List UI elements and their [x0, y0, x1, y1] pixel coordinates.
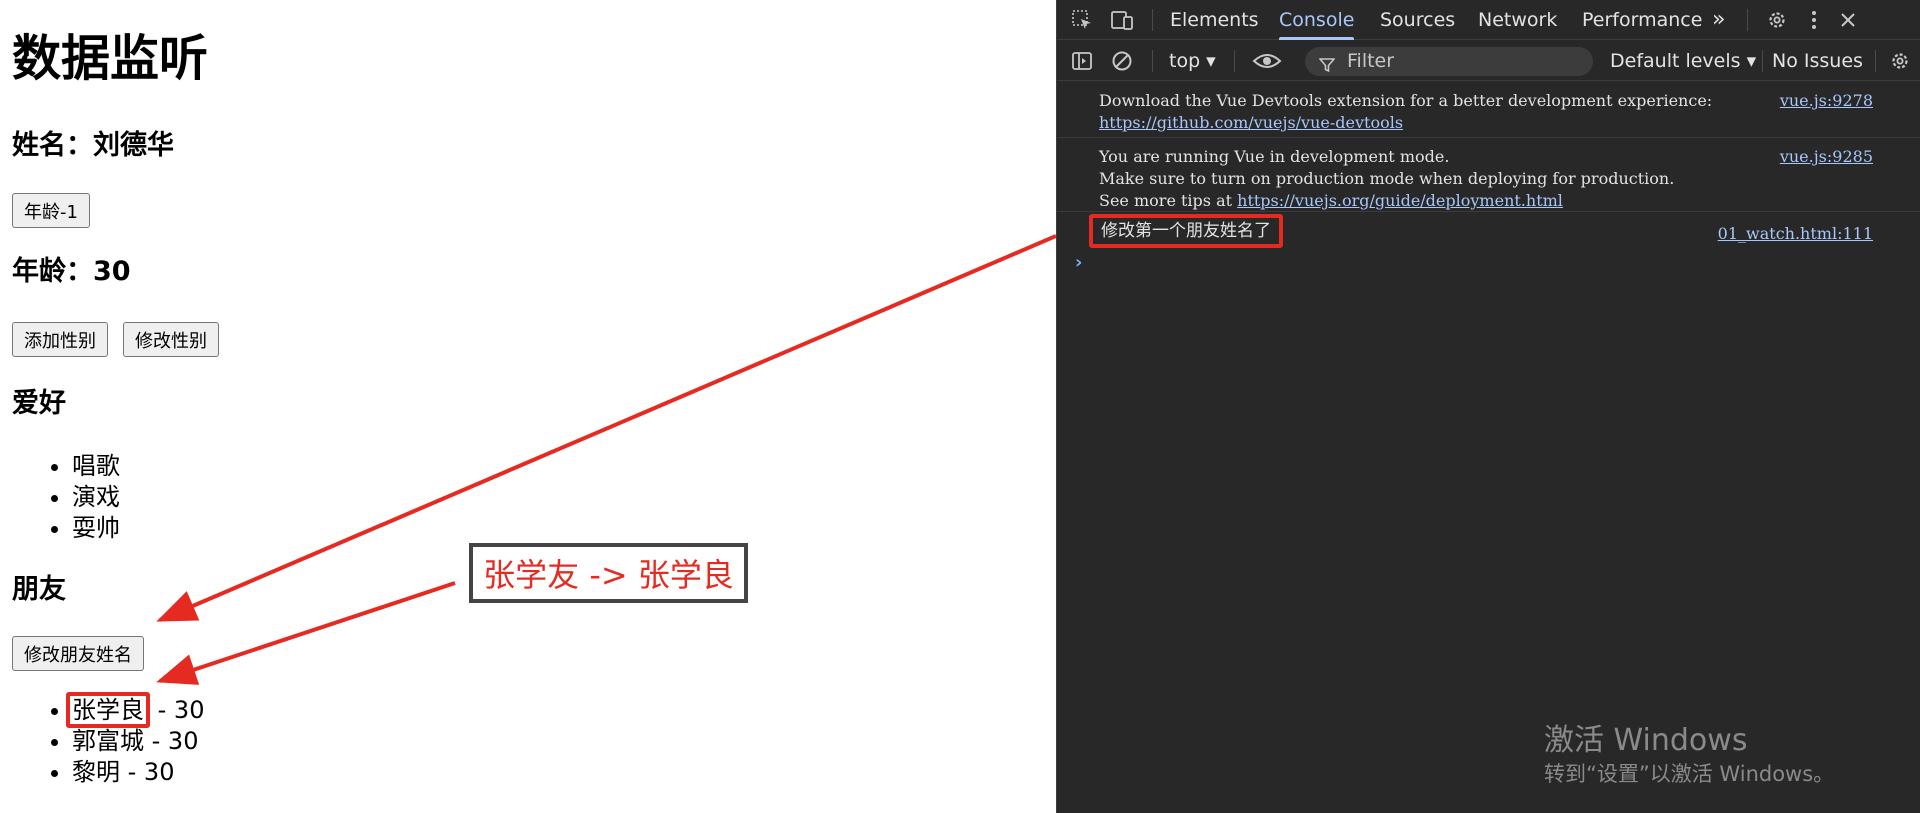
annotation-arrows [156, 234, 1056, 685]
sidebar-toggle-icon[interactable] [1069, 49, 1095, 73]
context-value: top [1169, 50, 1201, 72]
age-line: 年龄：30 [12, 256, 131, 287]
console-message: You are running Vue in development mode.… [1057, 138, 1920, 212]
log-levels-dropdown[interactable]: Default levels ▾ [1610, 41, 1756, 81]
list-item: 唱歌 [72, 451, 120, 482]
vue-devtools-link[interactable]: https://github.com/vuejs/vue-devtools [1099, 113, 1403, 132]
highlighted-log-text: 修改第一个朋友姓名了 [1089, 214, 1283, 248]
hobbies-list: 唱歌 演戏 耍帅 [0, 451, 120, 544]
divider [1234, 50, 1235, 72]
friend-name: 黎明 [72, 758, 120, 786]
filter-placeholder: Filter [1347, 50, 1395, 72]
live-expression-icon[interactable] [1250, 49, 1284, 73]
tab-performance[interactable]: Performance [1582, 0, 1702, 40]
name-line: 姓名：刘德华 [12, 130, 174, 161]
web-page: 数据监听 姓名：刘德华 年龄-1 年龄：30 添加性别 修改性别 爱好 唱歌 演… [0, 0, 1056, 813]
message-source-link[interactable]: vue.js:9285 [1780, 147, 1873, 166]
devtools-tabbar: Elements Console Sources Network Perform… [1057, 0, 1920, 40]
age-minus-button[interactable]: 年龄-1 [12, 193, 90, 228]
list-item: 郭富城 - 30 [72, 726, 204, 757]
message-text: You are running Vue in development mode. [1099, 147, 1450, 166]
more-tabs-icon[interactable]: » [1712, 0, 1725, 40]
console-message: Download the Vue Devtools extension for … [1057, 82, 1920, 138]
list-item: 张学良 - 30 [66, 692, 205, 728]
vue-deployment-link[interactable]: https://vuejs.org/guide/deployment.html [1237, 191, 1563, 210]
watermark-title: 激活 Windows [1544, 723, 1748, 758]
annotation-note: 张学友 -> 张学良 [469, 543, 748, 603]
friend-name: 郭富城 [72, 727, 144, 755]
friends-list: 张学良 - 30 郭富城 - 30 黎明 - 30 [0, 692, 205, 788]
friend-age: - 30 [150, 696, 205, 724]
modify-gender-button[interactable]: 修改性别 [123, 322, 219, 357]
clear-console-icon[interactable] [1109, 49, 1135, 73]
filter-icon [1318, 53, 1336, 82]
inspect-element-icon[interactable] [1069, 8, 1095, 32]
friend-age: - 30 [144, 727, 199, 755]
list-item: 演戏 [72, 482, 120, 513]
highlighted-friend-name: 张学良 [66, 692, 150, 728]
kebab-menu-icon[interactable] [1801, 8, 1827, 32]
close-icon[interactable] [1835, 8, 1861, 32]
console-prompt[interactable]: › [1075, 252, 1082, 273]
add-gender-button[interactable]: 添加性别 [12, 322, 108, 357]
console-settings-gear-icon[interactable] [1887, 49, 1913, 73]
devtools-panel: Elements Console Sources Network Perform… [1056, 0, 1920, 813]
gear-icon[interactable] [1764, 8, 1790, 32]
context-selector[interactable]: top ▾ [1169, 41, 1216, 81]
hobbies-heading: 爱好 [12, 388, 66, 419]
divider [1152, 50, 1153, 72]
console-toolbar: top ▾ Filter Default levels ▾ No Issues [1057, 41, 1920, 81]
annotation-arrow-note [156, 581, 456, 685]
message-text: See more tips at [1099, 191, 1238, 210]
filter-input[interactable]: Filter [1305, 47, 1593, 76]
friends-heading: 朋友 [12, 574, 66, 605]
divider [1875, 50, 1876, 72]
friend-age: - 30 [120, 758, 175, 786]
divider [1152, 9, 1153, 31]
tab-console[interactable]: Console [1279, 0, 1355, 40]
list-item: 耍帅 [72, 513, 120, 544]
console-message: 修改第一个朋友姓名了 01_watch.html:111 [1057, 212, 1920, 250]
modify-friend-button[interactable]: 修改朋友姓名 [12, 636, 144, 671]
watermark-subtitle: 转到“设置”以激活 Windows。 [1544, 762, 1835, 786]
list-item: 黎明 - 30 [72, 757, 204, 788]
windows-activation-watermark: 激活 Windows 转到“设置”以激活 Windows。 [1544, 722, 1834, 788]
divider [1762, 50, 1763, 72]
log-levels-value: Default levels [1610, 50, 1741, 72]
message-source-link[interactable]: 01_watch.html:111 [1718, 224, 1873, 243]
message-text: Download the Vue Devtools extension for … [1099, 91, 1713, 110]
divider [1747, 9, 1748, 31]
message-text: Make sure to turn on production mode whe… [1099, 169, 1675, 188]
tab-elements[interactable]: Elements [1170, 0, 1259, 40]
issues-counter[interactable]: No Issues [1772, 41, 1863, 81]
tab-network[interactable]: Network [1478, 0, 1557, 40]
tab-sources[interactable]: Sources [1380, 0, 1455, 40]
message-source-link[interactable]: vue.js:9278 [1780, 91, 1873, 110]
page-title: 数据监听 [12, 30, 209, 87]
console-output: Download the Vue Devtools extension for … [1057, 82, 1920, 273]
device-toolbar-icon[interactable] [1109, 8, 1135, 32]
